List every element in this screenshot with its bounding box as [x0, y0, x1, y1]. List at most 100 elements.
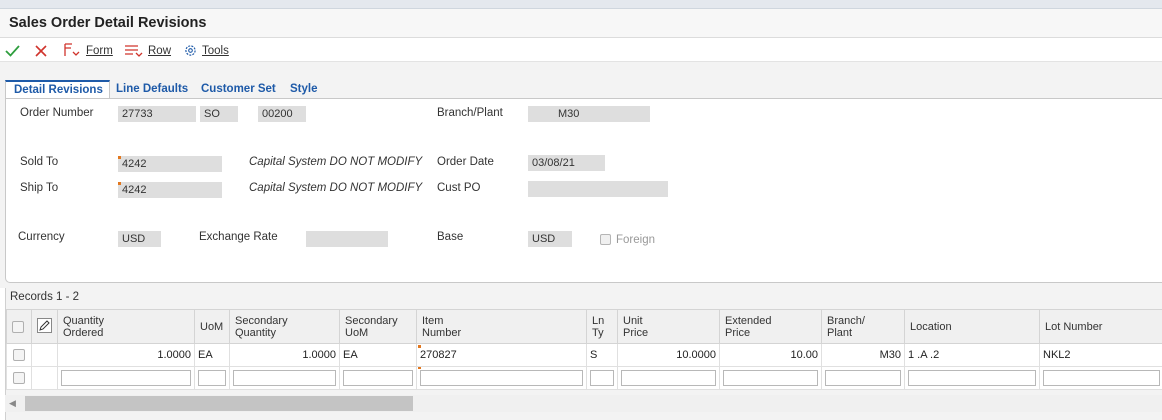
- cust-po-label: Cust PO: [437, 182, 481, 194]
- new-branch-plant-cell: [821, 366, 905, 390]
- cell-secondary-uom[interactable]: EA: [339, 343, 417, 367]
- row-select-checkbox[interactable]: [13, 349, 25, 362]
- detail-revisions-panel: Order Number 27733 SO 00200 Branch/Plant…: [5, 98, 1162, 283]
- sold-to-description: Capital System DO NOT MODIFY: [249, 156, 423, 168]
- cell-unit-price[interactable]: 10.0000: [617, 343, 720, 367]
- new-line-type-input[interactable]: [590, 370, 614, 386]
- col-extended-price[interactable]: Extended Price: [719, 309, 822, 344]
- new-location-input[interactable]: [908, 370, 1036, 386]
- form-menu-button[interactable]: Form: [63, 42, 113, 59]
- order-number-field[interactable]: 27733: [118, 106, 196, 122]
- new-row-select-checkbox[interactable]: [13, 372, 25, 385]
- order-number-label: Order Number: [20, 107, 94, 119]
- sold-to-field[interactable]: 4242: [118, 156, 222, 172]
- ok-button[interactable]: [5, 42, 24, 59]
- form-area: Detail Revisions Line Defaults Customer …: [0, 62, 1162, 288]
- required-marker: [418, 345, 421, 348]
- new-row-edit-cell: [31, 366, 58, 390]
- checkmark-icon: [5, 44, 20, 57]
- select-all-checkbox[interactable]: [12, 320, 24, 333]
- col-unit-price[interactable]: Unit Price: [617, 309, 720, 344]
- cell-line-type[interactable]: S: [586, 343, 618, 367]
- tab-style[interactable]: Style: [290, 80, 318, 99]
- new-lot-number-input[interactable]: [1043, 370, 1160, 386]
- new-quantity-input[interactable]: [61, 370, 191, 386]
- tools-menu-button[interactable]: Tools: [183, 42, 229, 59]
- cell-branch-plant[interactable]: M30: [821, 343, 905, 367]
- scrollbar-thumb[interactable]: [25, 396, 413, 411]
- new-secondary-uom-input[interactable]: [343, 370, 413, 386]
- cell-lot-number[interactable]: NKL2: [1039, 343, 1162, 367]
- base-field[interactable]: USD: [528, 231, 572, 247]
- tab-detail-revisions[interactable]: Detail Revisions: [5, 80, 110, 99]
- col-line-type[interactable]: Ln Ty: [586, 309, 618, 344]
- toolbar: Form Row Tools: [0, 38, 1162, 62]
- close-icon: [35, 44, 47, 57]
- order-lines-grid: Quantity Ordered UoM Secondary Quantity Se…: [6, 309, 1162, 390]
- currency-field[interactable]: USD: [118, 231, 161, 247]
- col-secondary-quantity[interactable]: Secondary Quantity: [229, 309, 340, 344]
- col-quantity-ordered[interactable]: Quantity Ordered: [57, 309, 195, 344]
- new-lot-number-cell: [1039, 366, 1162, 390]
- form-menu-label: Form: [86, 44, 113, 57]
- tab-line-defaults[interactable]: Line Defaults: [116, 80, 188, 99]
- new-extended-price-input[interactable]: [723, 370, 818, 386]
- ship-to-field[interactable]: 4242: [118, 182, 222, 198]
- col-branch-plant[interactable]: Branch/Plant: [821, 309, 905, 344]
- new-uom-cell: [194, 366, 230, 390]
- col-secondary-uom[interactable]: Secondary UoM: [339, 309, 417, 344]
- order-company-field[interactable]: 00200: [258, 106, 306, 122]
- new-entry-row: [6, 366, 1162, 390]
- row-menu-button[interactable]: Row: [124, 42, 171, 59]
- foreign-checkbox[interactable]: [600, 234, 611, 245]
- horizontal-scrollbar[interactable]: ◀: [5, 395, 1162, 412]
- required-marker: [418, 367, 421, 369]
- row-menu-label: Row: [148, 44, 172, 57]
- sold-to-label: Sold To: [20, 156, 59, 168]
- table-row[interactable]: 1.0000 EA 1.0000 EA 270827 S 10.0000 10.…: [6, 343, 1162, 367]
- pencil-icon[interactable]: [37, 317, 52, 333]
- col-uom[interactable]: UoM: [194, 309, 230, 344]
- new-line-type-cell: [586, 366, 618, 390]
- cell-quantity-ordered[interactable]: 1.0000: [57, 343, 195, 367]
- col-item-number[interactable]: Item Number: [416, 309, 587, 344]
- row-icon: [125, 45, 143, 57]
- cancel-button[interactable]: [34, 42, 52, 59]
- form-icon: [64, 43, 80, 56]
- exchange-rate-field[interactable]: [306, 231, 388, 247]
- new-item-number-cell: [416, 366, 587, 390]
- row-select-cell: [6, 343, 32, 367]
- cell-extended-price[interactable]: 10.00: [719, 343, 822, 367]
- edit-header: [31, 309, 58, 344]
- new-uom-input[interactable]: [198, 370, 226, 386]
- new-unit-price-cell: [617, 366, 720, 390]
- new-branch-plant-input[interactable]: [825, 370, 901, 386]
- order-date-field[interactable]: 03/08/21: [528, 155, 605, 171]
- new-item-number-input[interactable]: [420, 370, 583, 386]
- base-label: Base: [437, 231, 464, 243]
- branch-plant-field[interactable]: M30: [528, 106, 650, 122]
- ship-to-description: Capital System DO NOT MODIFY: [249, 182, 423, 194]
- cell-location[interactable]: 1 .A .2: [904, 343, 1040, 367]
- new-secondary-quantity-input[interactable]: [233, 370, 336, 386]
- new-unit-price-input[interactable]: [621, 370, 716, 386]
- page-title: Sales Order Detail Revisions: [9, 15, 207, 31]
- order-type-field[interactable]: SO: [200, 106, 238, 122]
- select-all-header: [6, 309, 32, 344]
- order-date-label: Order Date: [437, 156, 494, 168]
- cell-secondary-quantity[interactable]: 1.0000: [229, 343, 340, 367]
- col-location[interactable]: Location: [904, 309, 1040, 344]
- currency-label: Currency: [18, 231, 65, 243]
- ship-to-label: Ship To: [20, 182, 59, 194]
- title-bar: Sales Order Detail Revisions: [0, 9, 1162, 38]
- foreign-label: Foreign: [616, 234, 655, 246]
- tab-customer-set[interactable]: Customer Set: [201, 80, 276, 99]
- item-number-cell[interactable]: 270827: [416, 343, 587, 367]
- col-lot-number[interactable]: Lot Number: [1039, 309, 1162, 344]
- cell-uom[interactable]: EA: [194, 343, 230, 367]
- cell-item-number: 270827: [420, 349, 457, 361]
- new-row-select-cell: [6, 366, 32, 390]
- exchange-rate-label: Exchange Rate: [199, 231, 278, 243]
- cust-po-field[interactable]: [528, 181, 668, 197]
- scroll-left-icon[interactable]: ◀: [9, 398, 16, 409]
